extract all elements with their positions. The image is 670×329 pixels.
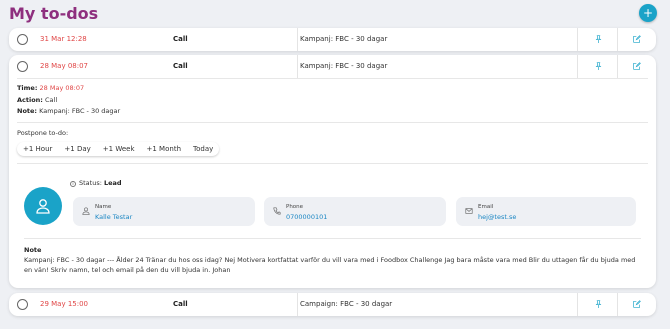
mail-icon: [465, 207, 473, 214]
todo-date: 31 Mar 12:28: [40, 35, 87, 43]
todo-campaign: Kampanj: FBC - 30 dagar: [300, 35, 388, 43]
time-value: 28 May 08:07: [39, 84, 85, 92]
user-icon: [36, 198, 50, 214]
pin-button[interactable]: [578, 55, 618, 78]
todo-details: Time: 28 May 08:07 Action: Call Note: Ka…: [9, 79, 656, 156]
postpone-label: Postpone to-do:: [17, 128, 69, 137]
email-label: Email: [478, 203, 494, 210]
complete-checkbox[interactable]: [17, 34, 28, 45]
todo-type: Call: [173, 62, 188, 70]
status-label: Status:: [79, 178, 102, 187]
time-label: Time:: [17, 84, 38, 92]
detail-action: Action: Call: [17, 95, 648, 107]
todo-row[interactable]: 31 Mar 12:28 Call Kampanj: FBC - 30 daga…: [9, 28, 656, 51]
name-label: Name: [95, 203, 112, 210]
todo-row[interactable]: 29 May 15:00 Call Campaign: FBC - 30 dag…: [9, 293, 656, 316]
plus-icon: +: [642, 6, 654, 20]
postpone-1-day-button[interactable]: +1 Day: [58, 142, 96, 156]
avatar: [24, 186, 62, 225]
pin-button[interactable]: [578, 293, 618, 316]
edit-button[interactable]: [617, 293, 657, 316]
add-todo-button[interactable]: +: [639, 4, 657, 22]
pin-icon: [595, 62, 601, 70]
todo-row[interactable]: 28 May 08:07 Call Kampanj: FBC - 30 daga…: [9, 55, 656, 78]
postpone-1-week-button[interactable]: +1 Week: [97, 142, 141, 156]
edit-icon: [633, 35, 641, 43]
divider: [297, 28, 298, 51]
todo-campaign: Campaign: FBC - 30 dagar: [300, 300, 393, 308]
todo-type: Call: [173, 35, 188, 43]
edit-button[interactable]: [617, 55, 657, 78]
contact-panel: i Status: Lead Name Kalle Testar Phone 07…: [9, 164, 656, 238]
complete-checkbox[interactable]: [17, 299, 28, 310]
contact-name-link[interactable]: Kalle Testar: [95, 213, 132, 221]
postpone-1-hour-button[interactable]: +1 Hour: [17, 142, 58, 156]
complete-checkbox[interactable]: [17, 61, 28, 72]
action-value: Call: [45, 95, 58, 104]
note-label: Note:: [17, 107, 38, 115]
edit-icon: [633, 300, 641, 308]
status-value: Lead: [103, 178, 122, 187]
postpone-1-month-button[interactable]: +1 Month: [141, 142, 187, 156]
edit-button[interactable]: [617, 28, 657, 51]
postpone-button-group: +1 Hour +1 Day +1 Week +1 Month Today: [17, 141, 220, 156]
note-value: Kampanj: FBC - 30 dagar: [39, 107, 121, 115]
contact-status: i Status: Lead: [70, 178, 122, 188]
todo-type: Call: [173, 300, 188, 308]
todo-card: 29 May 15:00 Call Campaign: FBC - 30 dag…: [9, 293, 656, 316]
note-text: Kampanj: FBC - 30 dagar --- Ålder 24 Trä…: [24, 255, 636, 274]
email-box: Email hej@test.se: [456, 196, 636, 226]
pin-icon: [595, 300, 601, 308]
todo-campaign: Kampanj: FBC - 30 dagar: [300, 62, 388, 70]
contact-phone-link[interactable]: 0700000101: [286, 213, 327, 221]
detail-time: Time: 28 May 08:07: [17, 83, 648, 95]
person-icon: [82, 206, 90, 215]
name-box: Name Kalle Testar: [73, 196, 255, 226]
todo-date: 28 May 08:07: [40, 62, 89, 70]
todo-date: 29 May 15:00: [40, 300, 89, 308]
pin-button[interactable]: [578, 28, 618, 51]
contact-email-link[interactable]: hej@test.se: [478, 213, 516, 221]
todo-card: 31 Mar 12:28 Call Kampanj: FBC - 30 daga…: [9, 28, 656, 51]
divider: [17, 121, 648, 123]
pin-icon: [595, 35, 601, 43]
page-title: My to-dos: [9, 4, 99, 23]
note-section: Note Kampanj: FBC - 30 dagar --- Ålder 2…: [9, 239, 656, 275]
detail-note: Note: Kampanj: FBC - 30 dagar: [17, 106, 648, 118]
action-label: Action:: [17, 95, 43, 104]
note-title: Note: [24, 245, 42, 254]
phone-label: Phone: [286, 203, 304, 210]
divider: [297, 55, 298, 78]
edit-icon: [633, 62, 641, 70]
todo-card-expanded: 28 May 08:07 Call Kampanj: FBC - 30 daga…: [9, 55, 656, 288]
info-icon: i: [70, 180, 76, 187]
phone-icon: [273, 206, 281, 215]
postpone-today-button[interactable]: Today: [187, 142, 219, 156]
divider: [297, 293, 298, 316]
phone-box: Phone 0700000101: [264, 196, 446, 226]
